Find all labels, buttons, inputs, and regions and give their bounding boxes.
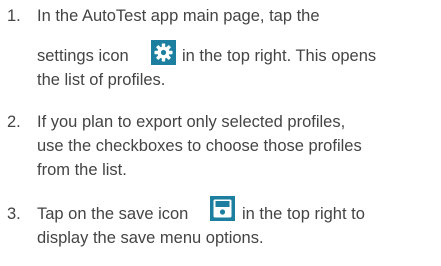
step-text-line: Tap on the save icon xyxy=(37,205,189,223)
step-number: 2. xyxy=(7,113,21,131)
step-text-line: in the top right. This opens xyxy=(182,47,377,65)
step-text-line: In the AutoTest app main page, tap the xyxy=(37,7,320,25)
step-text-line: from the list. xyxy=(37,161,127,179)
step-text-line: settings icon xyxy=(37,47,129,65)
step-text-line: the list of profiles. xyxy=(37,71,166,89)
step-text-line: display the save menu options. xyxy=(37,229,264,247)
step-number: 1. xyxy=(7,7,21,25)
step-number: 3. xyxy=(7,205,21,223)
step-text-line: in the top right to xyxy=(242,205,365,223)
save-icon xyxy=(210,196,235,221)
step-text-line: If you plan to export only selected prof… xyxy=(37,113,346,131)
step-text-line: use the checkboxes to choose those profi… xyxy=(37,137,362,155)
gear-icon xyxy=(151,40,176,65)
